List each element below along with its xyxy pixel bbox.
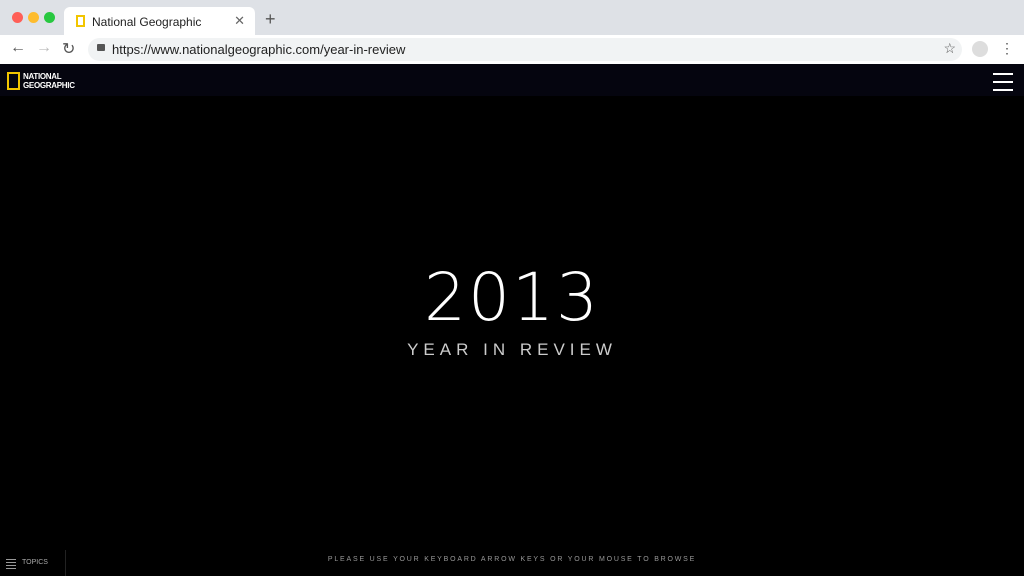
reload-icon[interactable]: ↻ (62, 39, 75, 59)
hero-subtitle: YEAR IN REVIEW (407, 340, 617, 359)
close-tab-icon[interactable]: ✕ (234, 13, 245, 29)
logo-yellow-frame-icon (7, 72, 20, 90)
back-icon[interactable]: ← (10, 39, 26, 57)
new-tab-button[interactable]: + (265, 9, 276, 30)
logo-line: GEOGRAPHIC (23, 81, 75, 90)
logo-line: NATIONAL (23, 72, 62, 81)
browse-hint: PLEASE USE YOUR KEYBOARD ARROW KEYS OR Y… (327, 556, 697, 563)
page-content: NATIONAL GEOGRAPHIC 2013 YEAR IN REVIEW T… (0, 64, 1024, 576)
tab-title: National Geographic (92, 15, 202, 29)
forward-icon[interactable]: → (36, 39, 52, 57)
bookmark-star-icon[interactable]: ☆ (943, 40, 956, 57)
close-window-button[interactable] (12, 12, 23, 23)
browser-tab[interactable]: National Geographic ✕ (64, 7, 255, 36)
lock-icon (97, 44, 105, 51)
hero-year: 2013 (424, 259, 600, 336)
site-header: NATIONAL GEOGRAPHIC (0, 64, 1024, 96)
browser-menu-icon[interactable]: ⋮ (1000, 40, 1014, 57)
url-text: https://www.nationalgeographic.com/year-… (112, 42, 406, 57)
address-bar[interactable]: https://www.nationalgeographic.com/year-… (88, 38, 962, 61)
hamburger-menu-icon[interactable] (993, 73, 1013, 97)
maximize-window-button[interactable] (44, 12, 55, 23)
tab-bar: National Geographic ✕ + (0, 0, 1024, 36)
favicon-icon (76, 15, 85, 27)
browser-toolbar: ← → ↻ https://www.nationalgeographic.com… (0, 35, 1024, 64)
topics-button[interactable]: TOPICS (0, 550, 66, 576)
profile-avatar[interactable] (972, 41, 988, 57)
minimize-window-button[interactable] (28, 12, 39, 23)
